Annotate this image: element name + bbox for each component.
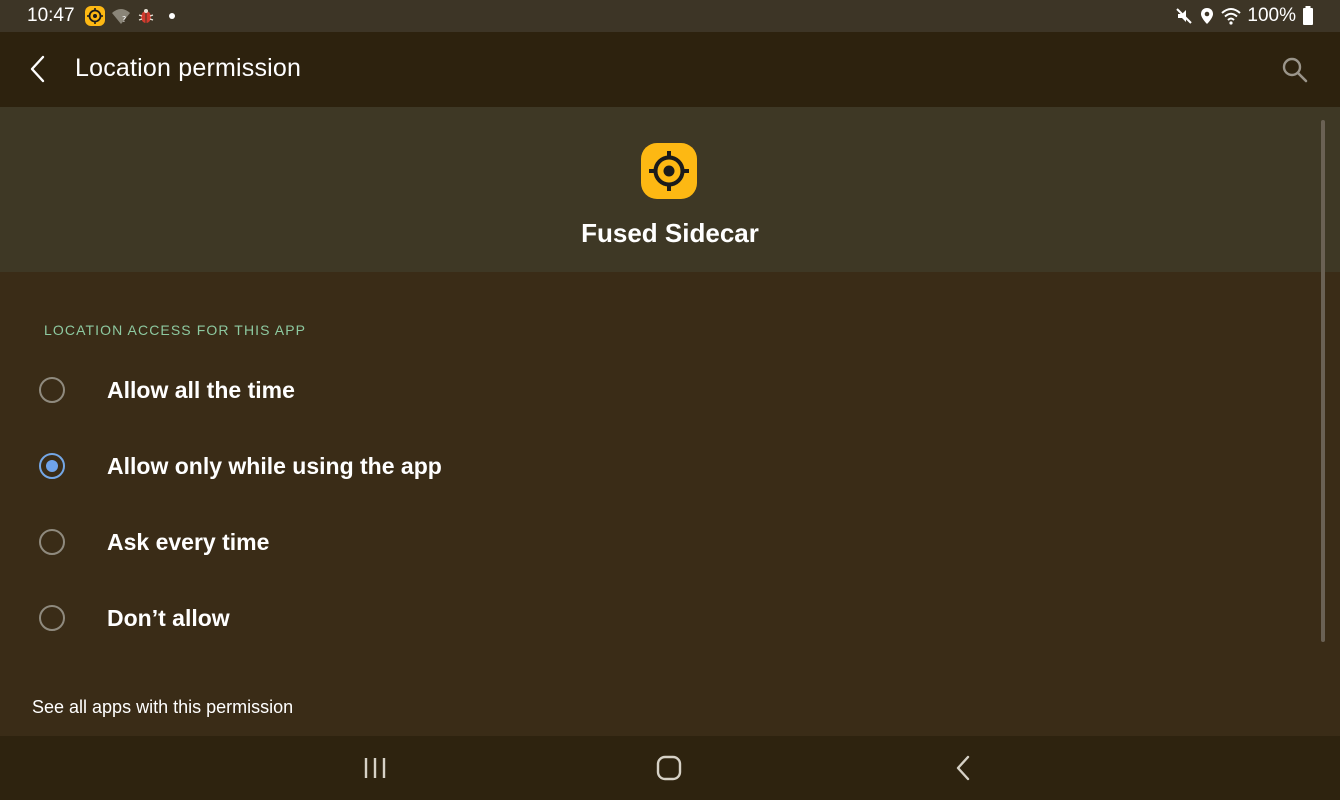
nav-back-button[interactable]: [943, 748, 983, 788]
see-all-apps-link[interactable]: See all apps with this permission: [32, 697, 293, 718]
back-button[interactable]: [18, 49, 58, 89]
fused-sidecar-notification-icon: [84, 6, 105, 26]
back-icon: [956, 755, 970, 781]
radio-button[interactable]: [39, 377, 65, 403]
search-button[interactable]: [1276, 51, 1314, 89]
radio-button[interactable]: [39, 605, 65, 631]
location-permission-screen: 10:47 ? 100% Location permission Fused S…: [0, 0, 1340, 800]
status-bar-right: 100%: [1175, 5, 1314, 27]
home-button[interactable]: [649, 748, 689, 788]
chevron-left-icon: [30, 55, 45, 83]
location-pin-icon: [1199, 7, 1215, 25]
recent-apps-icon: [364, 758, 386, 778]
option-allow-while-using[interactable]: Allow only while using the app: [0, 437, 1300, 497]
svg-text:?: ?: [122, 15, 126, 24]
option-ask-every-time[interactable]: Ask every time: [0, 513, 1300, 573]
status-bar: 10:47 ? 100%: [0, 0, 1340, 32]
option-dont-allow[interactable]: Don’t allow: [0, 589, 1300, 649]
app-name: Fused Sidecar: [581, 218, 759, 248]
option-label: Allow only while using the app: [107, 453, 442, 479]
app-info-header: Fused Sidecar: [0, 107, 1340, 272]
app-icon: [641, 143, 697, 199]
mute-icon: [1175, 7, 1193, 25]
bug-icon: [137, 7, 155, 25]
app-bar: Location permission: [0, 32, 1340, 107]
wifi-icon: [1221, 7, 1242, 25]
status-time: 10:47: [27, 5, 75, 26]
crosshair-icon: [649, 151, 689, 191]
section-header: LOCATION ACCESS FOR THIS APP: [44, 322, 307, 338]
navigation-bar: [0, 736, 1340, 800]
option-allow-all-the-time[interactable]: Allow all the time: [0, 361, 1300, 421]
wifi-question-icon: ?: [111, 7, 131, 25]
search-icon: [1282, 57, 1308, 83]
option-label: Allow all the time: [107, 377, 295, 403]
option-label: Ask every time: [107, 529, 270, 555]
recent-apps-button[interactable]: [355, 748, 395, 788]
status-bar-left: 10:47 ?: [27, 5, 175, 27]
home-icon: [656, 755, 682, 781]
scrollbar[interactable]: [1321, 120, 1325, 642]
page-title: Location permission: [75, 54, 302, 82]
radio-button[interactable]: [39, 529, 65, 555]
option-label: Don’t allow: [107, 605, 230, 631]
more-notifications-dot: [168, 13, 175, 19]
battery-percentage: 100%: [1247, 5, 1296, 26]
radio-button-selected[interactable]: [39, 453, 65, 479]
battery-icon: [1302, 6, 1314, 26]
